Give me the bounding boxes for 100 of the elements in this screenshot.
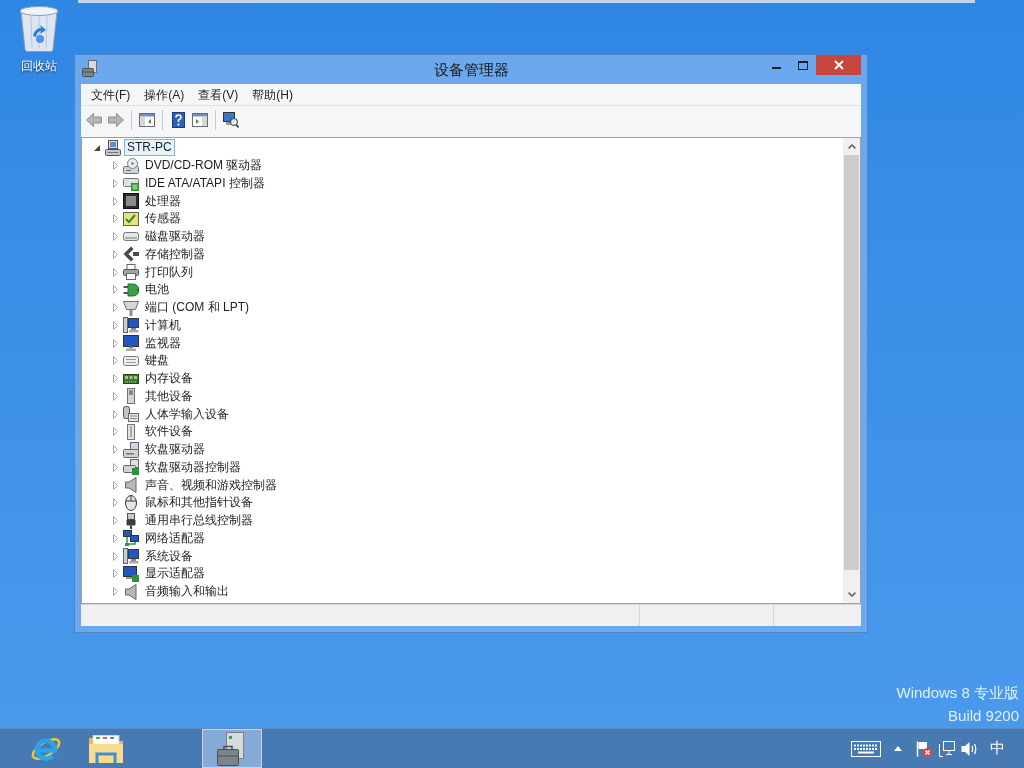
chevron-connector-icon — [123, 246, 139, 263]
keyboard-icon[interactable] — [851, 740, 881, 757]
collapsed-arrow-icon[interactable] — [112, 232, 118, 242]
tree-item[interactable]: 通用串行总线控制器 — [142, 512, 256, 530]
usb-plug-icon — [126, 512, 136, 529]
tree-item[interactable]: 存储控制器 — [142, 245, 208, 263]
monitor-icon — [123, 335, 139, 352]
memory-module-icon — [123, 373, 139, 384]
input-method-button[interactable]: 中 — [982, 729, 1012, 768]
collapsed-arrow-icon[interactable] — [112, 356, 118, 366]
tree-item[interactable]: 传感器 — [142, 210, 184, 228]
chevron-down-icon — [847, 592, 856, 597]
close-button[interactable] — [816, 55, 861, 75]
desktop-shortcut[interactable]: 回收站 — [2, 6, 76, 73]
input-device-icon — [123, 406, 139, 423]
tree-item[interactable]: 其他设备 — [142, 387, 196, 405]
volume-icon[interactable] — [961, 740, 979, 757]
scan-button[interactable] — [220, 109, 242, 131]
speaker-icon — [125, 477, 137, 494]
window-title: 设备管理器 — [433, 60, 509, 79]
tree-item[interactable]: 打印队列 — [142, 263, 196, 281]
plug-icon — [123, 281, 139, 298]
tree-item[interactable]: DVD/CD-ROM 驱动器 — [142, 157, 266, 175]
collapsed-arrow-icon[interactable] — [112, 285, 118, 295]
collapsed-arrow-icon[interactable] — [112, 320, 118, 330]
scroll-thumb[interactable] — [844, 155, 859, 570]
caret-up-icon[interactable] — [894, 746, 902, 751]
window-pane-icon — [139, 112, 155, 128]
tree-item[interactable]: 显示适配器 — [142, 565, 208, 583]
speaker-icon — [125, 583, 137, 600]
help-icon — [171, 112, 185, 128]
tree-item[interactable]: 网络适配器 — [142, 529, 208, 547]
network-icon — [123, 530, 139, 547]
tree-item[interactable]: 鼠标和其他指针设备 — [142, 494, 256, 512]
collapsed-arrow-icon[interactable] — [112, 480, 118, 490]
disc-drive-icon — [123, 157, 139, 174]
network-monitor-icon[interactable] — [939, 740, 955, 757]
chevron-up-icon — [847, 144, 856, 149]
menu-item[interactable]: 帮助(H) — [245, 84, 300, 105]
flag-error-icon[interactable] — [916, 740, 932, 757]
collapsed-arrow-icon[interactable] — [112, 267, 118, 277]
computer-toolbox-icon — [82, 60, 99, 77]
collapsed-arrow-icon[interactable] — [112, 533, 118, 543]
tree-item[interactable]: 键盘 — [142, 352, 172, 370]
taskbar-button[interactable] — [202, 729, 262, 768]
tree-item[interactable]: 软盘驱动器 — [142, 441, 208, 459]
device-slot-icon — [127, 423, 135, 440]
collapsed-arrow-icon[interactable] — [112, 409, 118, 419]
menu-item[interactable]: 文件(F) — [84, 84, 138, 105]
scrollbar[interactable] — [843, 138, 860, 603]
controller-card-icon — [123, 175, 139, 192]
collapsed-arrow-icon[interactable] — [112, 196, 118, 206]
tree-item[interactable]: 内存设备 — [142, 370, 196, 388]
collapsed-arrow-icon[interactable] — [112, 178, 118, 188]
tree-item[interactable]: STR-PC — [124, 139, 175, 157]
collapsed-arrow-icon[interactable] — [112, 551, 118, 561]
tree-item[interactable]: 监视器 — [142, 334, 184, 352]
collapsed-arrow-icon[interactable] — [112, 445, 118, 455]
collapsed-arrow-icon[interactable] — [112, 498, 118, 508]
tree-item[interactable]: 端口 (COM 和 LPT) — [142, 299, 252, 317]
device-tower-icon — [127, 388, 135, 405]
build-text: Build 9200 — [948, 706, 1019, 726]
collapsed-arrow-icon[interactable] — [112, 249, 118, 259]
tree-item[interactable]: 处理器 — [142, 192, 184, 210]
tree-item[interactable]: 音频输入和输出 — [142, 583, 232, 601]
recycle-bin-icon — [19, 6, 59, 52]
computer-icon — [123, 548, 139, 565]
checkmark-panel-icon — [123, 210, 139, 227]
expanded-arrow-icon[interactable] — [94, 144, 100, 151]
collapsed-arrow-icon[interactable] — [112, 516, 118, 526]
tree-item[interactable]: 软盘驱动器控制器 — [142, 458, 244, 476]
collapsed-arrow-icon[interactable] — [112, 303, 118, 313]
tree-item[interactable]: IDE ATA/ATAPI 控制器 — [142, 174, 268, 192]
collapsed-arrow-icon[interactable] — [112, 427, 118, 437]
computer-icon — [105, 139, 121, 156]
close-icon — [833, 60, 844, 70]
collapsed-arrow-icon[interactable] — [112, 587, 118, 597]
collapsed-arrow-icon[interactable] — [112, 462, 118, 472]
minimize-icon — [771, 67, 781, 69]
collapsed-arrow-icon[interactable] — [112, 161, 118, 171]
hard-drive-icon — [123, 232, 139, 242]
tree-item[interactable]: 电池 — [142, 281, 172, 299]
collapsed-arrow-icon[interactable] — [112, 338, 118, 348]
tree-item[interactable]: 人体学输入设备 — [142, 405, 232, 423]
tree-item[interactable]: 系统设备 — [142, 547, 196, 565]
tree-item[interactable]: 计算机 — [142, 316, 184, 334]
collapsed-arrow-icon[interactable] — [112, 374, 118, 384]
floppy-controller-icon — [123, 459, 139, 476]
collapsed-arrow-icon[interactable] — [112, 391, 118, 401]
tree-item[interactable]: 软件设备 — [142, 423, 196, 441]
window-pane-icon — [192, 112, 208, 128]
tree-item[interactable]: 磁盘驱动器 — [142, 228, 208, 246]
collapsed-arrow-icon[interactable] — [112, 214, 118, 224]
menu-item[interactable]: 查看(V) — [191, 84, 246, 105]
collapsed-arrow-icon[interactable] — [112, 569, 118, 579]
menu-item[interactable]: 操作(A) — [137, 84, 192, 105]
tree-item[interactable]: 声音、视频和游戏控制器 — [142, 476, 280, 494]
display-adapter-icon — [123, 565, 139, 582]
monitor-magnifier-icon — [223, 112, 239, 128]
folder-icon — [88, 733, 124, 764]
